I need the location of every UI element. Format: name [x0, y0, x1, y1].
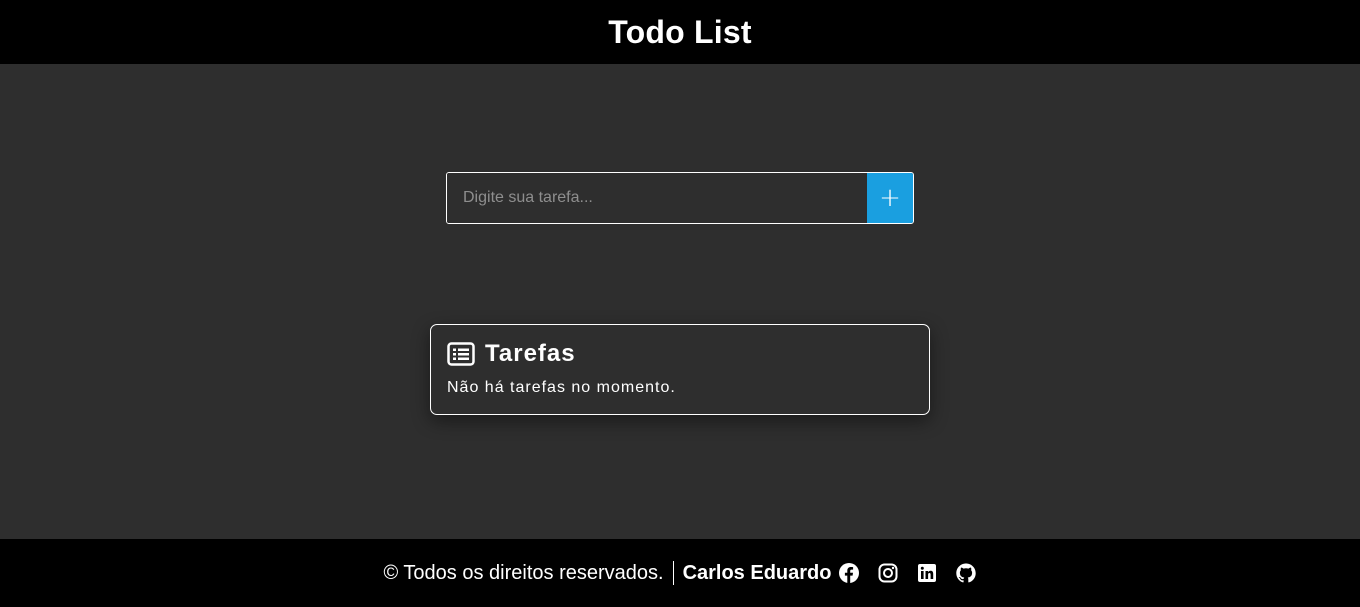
social-links [839, 563, 977, 583]
linkedin-link[interactable] [917, 563, 937, 583]
facebook-icon [839, 563, 860, 583]
tasks-card-header: Tarefas [447, 340, 913, 367]
github-icon [956, 563, 977, 583]
empty-tasks-message: Não há tarefas no momento. [447, 379, 676, 396]
task-input-group: + [446, 172, 914, 224]
footer-divider [672, 561, 674, 585]
app-footer: © Todos os direitos reservados. Carlos E… [0, 539, 1360, 607]
list-icon [447, 342, 475, 366]
instagram-link[interactable] [878, 563, 898, 583]
plus-icon: + [879, 183, 901, 213]
footer-content: © Todos os direitos reservados. Carlos E… [384, 561, 977, 585]
app-header: Todo List [0, 0, 1360, 64]
add-task-button[interactable]: + [867, 173, 913, 223]
linkedin-icon [917, 563, 937, 583]
copyright-text: © Todos os direitos reservados. [383, 561, 664, 584]
tasks-card: Tarefas Não há tarefas no momento. [430, 324, 930, 415]
instagram-icon [878, 563, 898, 583]
tasks-card-title: Tarefas [485, 340, 576, 367]
task-input[interactable] [447, 173, 867, 223]
page-title: Todo List [608, 13, 752, 50]
author-name: Carlos Eduardo [682, 561, 832, 584]
facebook-link[interactable] [839, 563, 860, 583]
github-link[interactable] [956, 563, 977, 583]
